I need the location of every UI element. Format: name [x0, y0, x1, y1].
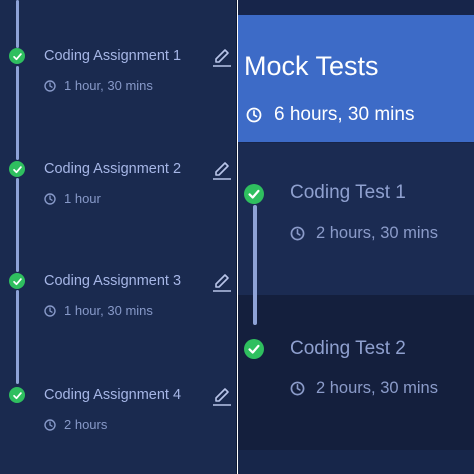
test-duration: 2 hours, 30 mins	[290, 224, 438, 243]
assignment-title: Coding Assignment 2	[44, 161, 182, 177]
test-title: Coding Test 2	[290, 338, 406, 359]
clock-icon	[44, 418, 56, 431]
assignment-title: Coding Assignment 3	[44, 273, 182, 289]
assignment-item[interactable]: Coding Assignment 2 1 hour	[0, 157, 236, 237]
mock-tests-panel: Mock Tests 6 hours, 30 mins Coding Test …	[238, 0, 474, 474]
duration-text: 1 hour, 30 mins	[64, 303, 153, 318]
test-item-partial	[238, 450, 474, 474]
test-duration-text: 2 hours, 30 mins	[316, 379, 438, 397]
total-duration: 6 hours, 30 mins	[246, 104, 414, 126]
timeline-line	[253, 205, 257, 325]
timeline-line	[15, 0, 19, 48]
assignment-title: Coding Assignment 4	[44, 387, 182, 403]
duration: 1 hour, 30 mins	[44, 78, 153, 93]
clock-icon	[290, 381, 305, 396]
duration-text: 1 hour, 30 mins	[64, 78, 153, 93]
clock-icon	[44, 192, 56, 205]
check-circle-icon	[244, 339, 264, 359]
clock-icon	[290, 226, 305, 241]
assignments-panel: Coding Assignment 1 1 hour, 30 mins Codi…	[0, 0, 237, 474]
edit-pencil-icon[interactable]	[212, 160, 232, 180]
test-item[interactable]	[238, 295, 474, 450]
assignment-item[interactable]: Coding Assignment 1 1 hour, 30 mins	[0, 44, 236, 124]
test-duration: 2 hours, 30 mins	[290, 379, 438, 398]
duration: 1 hour	[44, 191, 101, 206]
edit-pencil-icon[interactable]	[212, 47, 232, 67]
check-circle-icon	[9, 48, 25, 64]
clock-icon	[44, 79, 56, 92]
assignment-title: Coding Assignment 1	[44, 48, 182, 64]
duration-text: 2 hours	[64, 417, 108, 432]
duration-text: 1 hour	[64, 191, 101, 206]
total-duration-text: 6 hours, 30 mins	[274, 104, 415, 125]
test-duration-text: 2 hours, 30 mins	[316, 224, 438, 242]
check-circle-icon	[9, 387, 25, 403]
test-item[interactable]	[238, 143, 474, 295]
test-title: Coding Test 1	[290, 182, 406, 203]
check-circle-icon	[9, 273, 25, 289]
edit-pencil-icon[interactable]	[212, 272, 232, 292]
edit-pencil-icon[interactable]	[212, 386, 232, 406]
assignment-item[interactable]: Coding Assignment 3 1 hour, 30 mins	[0, 269, 236, 349]
clock-icon	[44, 304, 56, 317]
check-circle-icon	[244, 184, 264, 204]
section-title: Mock Tests	[244, 51, 379, 81]
clock-icon	[246, 107, 262, 123]
duration: 1 hour, 30 mins	[44, 303, 153, 318]
mock-tests-header[interactable]: Mock Tests 6 hours, 30 mins	[238, 15, 474, 142]
duration: 2 hours	[44, 417, 107, 432]
check-circle-icon	[9, 161, 25, 177]
assignment-item[interactable]: Coding Assignment 4 2 hours	[0, 383, 236, 463]
